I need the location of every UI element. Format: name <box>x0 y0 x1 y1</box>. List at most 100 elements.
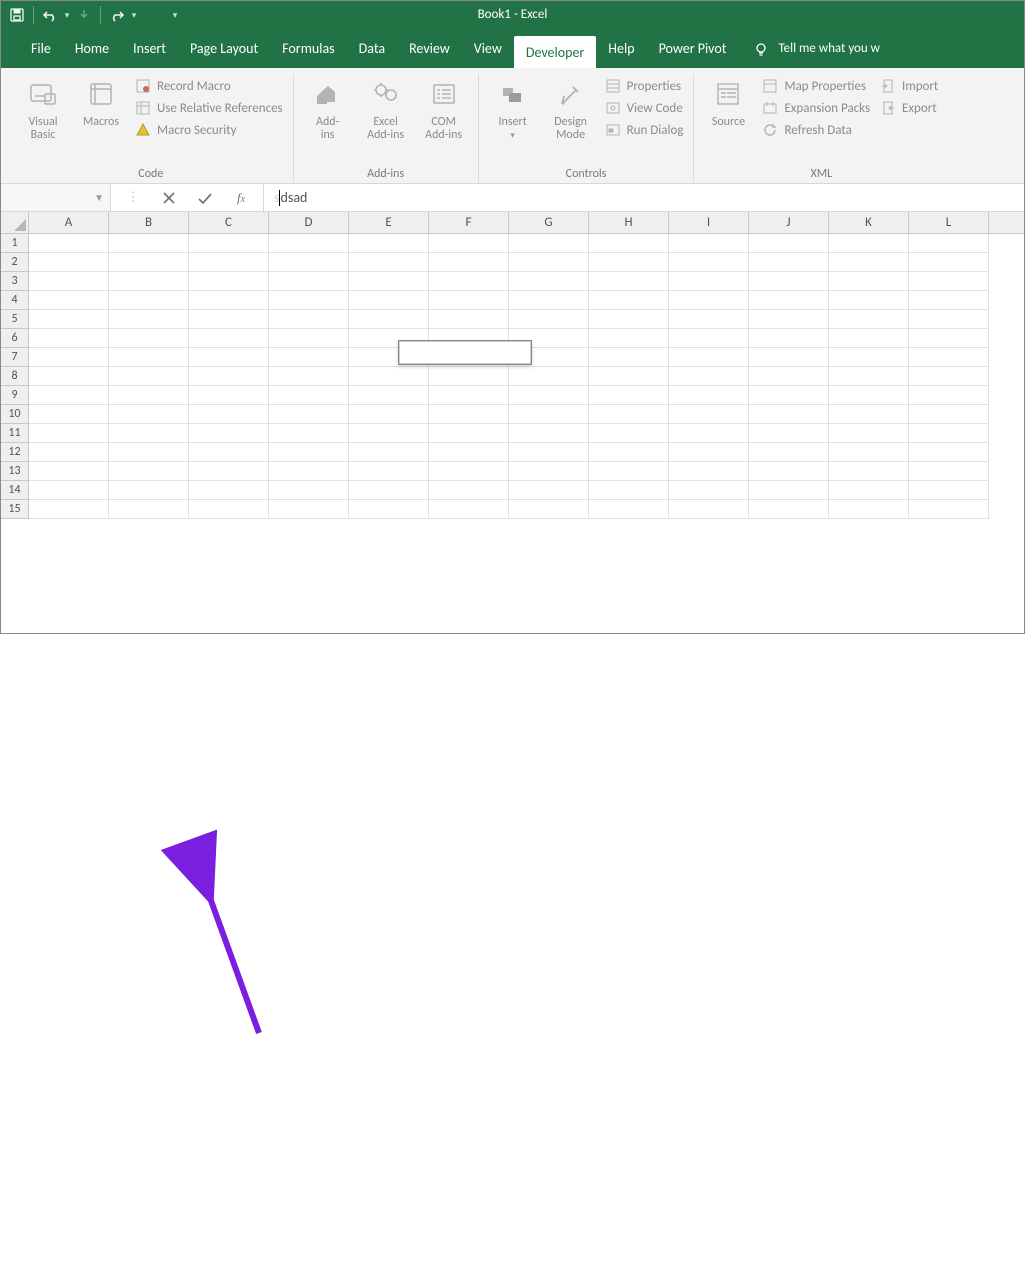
cell[interactable] <box>349 272 429 291</box>
cell[interactable] <box>29 443 109 462</box>
cell[interactable] <box>749 481 829 500</box>
cell[interactable] <box>669 443 749 462</box>
undo-button[interactable] <box>38 3 62 27</box>
cell[interactable] <box>829 310 909 329</box>
macros-button[interactable]: Macros <box>77 74 125 129</box>
cell[interactable] <box>509 481 589 500</box>
col-header[interactable]: C <box>189 212 269 233</box>
cell[interactable] <box>589 329 669 348</box>
cell[interactable] <box>269 291 349 310</box>
cell[interactable] <box>509 272 589 291</box>
cell[interactable] <box>909 481 989 500</box>
cell[interactable] <box>109 348 189 367</box>
row-header[interactable]: 1 <box>1 234 29 253</box>
col-header[interactable]: E <box>349 212 429 233</box>
cell[interactable] <box>669 462 749 481</box>
cell[interactable] <box>29 234 109 253</box>
cell[interactable] <box>429 253 509 272</box>
row-header[interactable]: 6 <box>1 329 29 348</box>
cell[interactable] <box>189 443 269 462</box>
view-code-button[interactable]: View Code <box>605 100 684 116</box>
col-header[interactable]: F <box>429 212 509 233</box>
redo-button[interactable] <box>105 3 129 27</box>
cell[interactable] <box>749 329 829 348</box>
col-header[interactable]: B <box>109 212 189 233</box>
cell[interactable] <box>429 462 509 481</box>
enter-button[interactable] <box>187 184 223 212</box>
cell[interactable] <box>749 386 829 405</box>
cell[interactable] <box>29 272 109 291</box>
tab-home[interactable]: Home <box>63 29 121 68</box>
formula-more-button[interactable]: ⋮ <box>115 184 151 212</box>
addins-button[interactable]: Add-ins <box>304 74 352 142</box>
cell[interactable] <box>189 424 269 443</box>
undo-dropdown[interactable]: ▾ <box>62 10 72 21</box>
cell[interactable] <box>189 253 269 272</box>
cell[interactable] <box>589 443 669 462</box>
cell[interactable] <box>829 500 909 519</box>
cell[interactable] <box>909 386 989 405</box>
cell[interactable] <box>829 367 909 386</box>
tab-insert[interactable]: Insert <box>121 29 178 68</box>
cell[interactable] <box>669 329 749 348</box>
cell[interactable] <box>29 367 109 386</box>
row-header[interactable]: 10 <box>1 405 29 424</box>
cell[interactable] <box>189 367 269 386</box>
map-properties-button[interactable]: Map Properties <box>762 78 870 94</box>
cell[interactable] <box>509 367 589 386</box>
row-header[interactable]: 2 <box>1 253 29 272</box>
cell[interactable] <box>269 253 349 272</box>
save-button[interactable] <box>5 3 29 27</box>
tab-file[interactable]: File <box>19 29 63 68</box>
cell[interactable] <box>909 310 989 329</box>
cell[interactable] <box>429 367 509 386</box>
cell[interactable] <box>29 310 109 329</box>
row-header[interactable]: 3 <box>1 272 29 291</box>
cell[interactable] <box>189 234 269 253</box>
cell[interactable] <box>269 462 349 481</box>
cell[interactable] <box>669 234 749 253</box>
cell[interactable] <box>589 310 669 329</box>
cell[interactable] <box>189 272 269 291</box>
cell[interactable] <box>909 424 989 443</box>
col-header[interactable]: H <box>589 212 669 233</box>
tab-review[interactable]: Review <box>397 29 462 68</box>
cell[interactable] <box>269 367 349 386</box>
cell[interactable] <box>669 386 749 405</box>
name-box[interactable]: ▼ <box>1 184 111 211</box>
properties-button[interactable]: Properties <box>605 78 684 94</box>
cell[interactable] <box>589 462 669 481</box>
cell[interactable] <box>509 424 589 443</box>
col-header[interactable]: L <box>909 212 989 233</box>
cell[interactable] <box>269 234 349 253</box>
cell[interactable] <box>109 462 189 481</box>
cell[interactable] <box>829 386 909 405</box>
cell[interactable] <box>509 234 589 253</box>
cell[interactable] <box>269 405 349 424</box>
qat-customize[interactable]: ▾ <box>167 10 183 21</box>
row-header[interactable]: 9 <box>1 386 29 405</box>
cell[interactable] <box>909 253 989 272</box>
tab-data[interactable]: Data <box>347 29 397 68</box>
row-header[interactable]: 8 <box>1 367 29 386</box>
use-relative-refs-button[interactable]: Use Relative References <box>135 100 283 116</box>
cell[interactable] <box>109 234 189 253</box>
cell[interactable] <box>349 348 429 367</box>
cell[interactable] <box>429 443 509 462</box>
cell[interactable] <box>749 291 829 310</box>
source-button[interactable]: Source <box>704 74 752 129</box>
cell[interactable] <box>349 291 429 310</box>
cell[interactable] <box>29 291 109 310</box>
insert-function-button[interactable]: fx <box>223 184 259 212</box>
cell[interactable] <box>189 348 269 367</box>
cell[interactable] <box>109 443 189 462</box>
cell[interactable] <box>189 462 269 481</box>
tab-view[interactable]: View <box>462 29 514 68</box>
cell[interactable] <box>429 405 509 424</box>
cell[interactable] <box>669 310 749 329</box>
cell[interactable] <box>29 481 109 500</box>
tab-developer[interactable]: Developer <box>514 36 596 68</box>
cell[interactable] <box>429 481 509 500</box>
import-button[interactable]: Import <box>880 78 938 94</box>
cell[interactable] <box>909 443 989 462</box>
